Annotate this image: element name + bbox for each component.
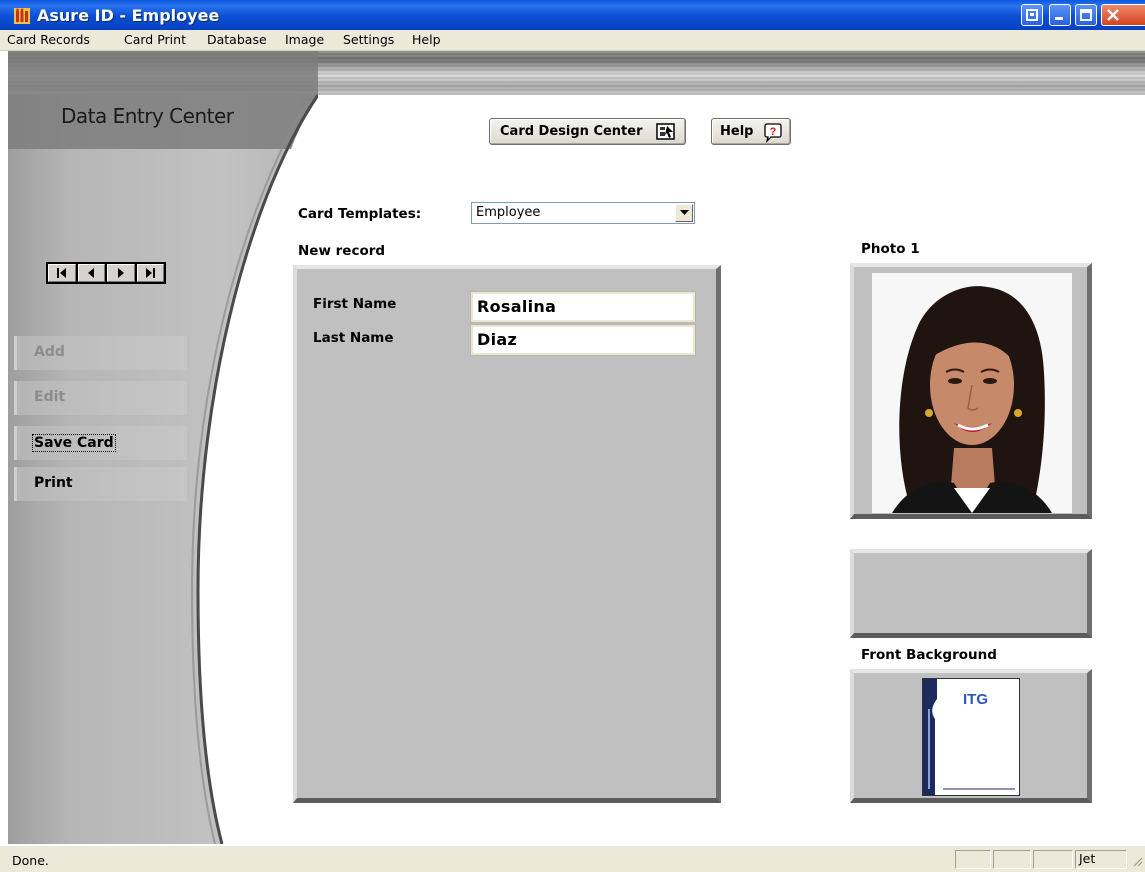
title-bar[interactable]: Asure ID - Employee xyxy=(0,0,1145,31)
first-name-value: Rosalina xyxy=(477,297,557,316)
record-navigator xyxy=(46,262,166,284)
menu-image[interactable]: Image xyxy=(285,32,324,47)
help-question-icon: ? xyxy=(762,123,782,144)
menu-database[interactable]: Database xyxy=(207,32,267,47)
next-record-icon[interactable] xyxy=(107,264,135,282)
photo-1-label: Photo 1 xyxy=(861,241,920,257)
restore-icon[interactable] xyxy=(1021,4,1043,26)
edit-button[interactable]: Edit xyxy=(14,381,187,415)
status-cell-3 xyxy=(1033,850,1073,869)
employee-photo xyxy=(872,273,1072,513)
card-brand-text: ITG xyxy=(963,691,988,708)
status-cell-db: Jet xyxy=(1075,850,1127,869)
maximize-icon[interactable] xyxy=(1075,4,1097,26)
menu-bar: Card Records Card Print Database Image S… xyxy=(0,30,1145,51)
first-record-icon[interactable] xyxy=(48,264,76,282)
edit-button-label: Edit xyxy=(34,389,66,405)
add-button[interactable]: Add xyxy=(14,336,187,370)
card-template-value: Employee xyxy=(476,205,541,220)
print-button[interactable]: Print xyxy=(14,467,187,501)
menu-help[interactable]: Help xyxy=(412,32,441,47)
card-templates-label: Card Templates: xyxy=(298,206,422,222)
record-status: New record xyxy=(298,243,386,259)
first-name-label: First Name xyxy=(313,296,397,312)
status-cell-2 xyxy=(993,850,1031,869)
photo-2-panel[interactable] xyxy=(850,549,1092,638)
save-card-button[interactable]: Save Card xyxy=(14,426,187,460)
status-cell-1 xyxy=(955,850,991,869)
help-button-label: Help xyxy=(720,124,754,139)
last-name-label: Last Name xyxy=(313,330,394,346)
front-background-label: Front Background xyxy=(861,647,997,663)
close-icon[interactable] xyxy=(1101,4,1145,26)
first-name-field[interactable]: Rosalina xyxy=(470,291,696,323)
window-title: Asure ID - Employee xyxy=(37,6,220,25)
svg-text:?: ? xyxy=(770,126,777,138)
menu-settings[interactable]: Settings xyxy=(343,32,394,47)
last-name-value: Diaz xyxy=(477,330,518,349)
last-name-field[interactable]: Diaz xyxy=(470,324,696,356)
chevron-down-icon[interactable] xyxy=(675,204,693,222)
print-button-label: Print xyxy=(34,475,73,491)
front-background-card: ITG xyxy=(922,678,1020,796)
data-entry-center-title: Data Entry Center xyxy=(61,104,234,128)
resize-grip-icon[interactable] xyxy=(1131,854,1143,872)
card-template-select[interactable]: Employee xyxy=(471,202,695,224)
save-card-button-label: Save Card xyxy=(32,434,116,452)
card-design-icon xyxy=(656,123,676,141)
card-design-center-button[interactable]: Card Design Center xyxy=(489,118,686,145)
menu-card-records[interactable]: Card Records xyxy=(7,32,90,47)
menu-card-print[interactable]: Card Print xyxy=(124,32,186,47)
previous-record-icon[interactable] xyxy=(77,264,105,282)
minimize-icon[interactable] xyxy=(1049,4,1071,26)
status-text: Done. xyxy=(12,853,49,868)
help-button[interactable]: Help ? xyxy=(711,118,791,145)
status-bar: Done. Jet xyxy=(0,845,1145,872)
add-button-label: Add xyxy=(34,344,65,360)
asure-id-logo-icon xyxy=(14,8,30,24)
last-record-icon[interactable] xyxy=(136,264,164,282)
card-design-center-label: Card Design Center xyxy=(500,124,643,139)
